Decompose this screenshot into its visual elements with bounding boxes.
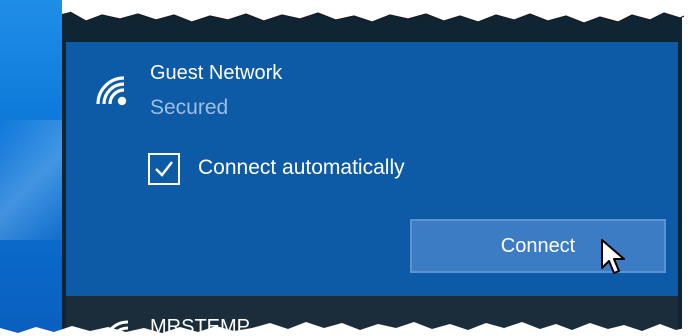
auto-connect-label[interactable]: Connect automatically xyxy=(198,156,405,180)
wallpaper-glow xyxy=(0,120,70,240)
auto-connect-checkbox[interactable] xyxy=(148,153,180,185)
torn-edge-top xyxy=(0,0,694,24)
connect-button[interactable]: Connect xyxy=(410,219,666,273)
desktop-wallpaper xyxy=(0,0,70,336)
mouse-cursor-icon xyxy=(601,239,625,274)
network-name: Guest Network xyxy=(150,62,283,84)
screenshot-stage: Guest Network Secured Connect automatica… xyxy=(0,0,694,336)
torn-edge-bottom xyxy=(0,322,694,336)
connect-button-label: Connect xyxy=(500,234,576,257)
network-status: Secured xyxy=(150,96,229,119)
torn-edge-right xyxy=(684,0,694,336)
checkmark-icon xyxy=(155,161,173,177)
wifi-secured-icon xyxy=(96,76,127,106)
